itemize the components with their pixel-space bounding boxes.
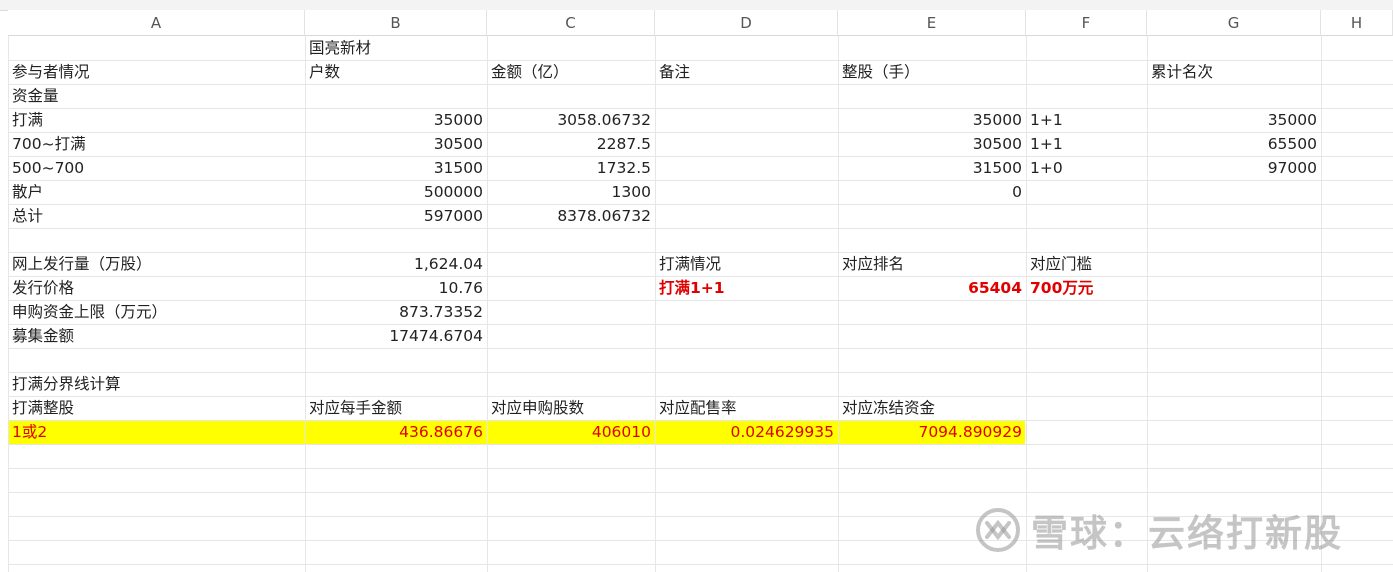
cell-b2[interactable]: 户数 [305,60,487,84]
cell-a17[interactable]: 1或2 [8,420,305,444]
cell-b8[interactable]: 597000 [305,204,487,228]
column-header-h[interactable]: H [1321,10,1393,36]
cell-g2[interactable]: 累计名次 [1147,60,1321,84]
cell-d11[interactable]: 打满1+1 [655,276,838,300]
cell-d16[interactable]: 对应配售率 [655,396,838,420]
column-header-c[interactable]: C [487,10,655,36]
column-header-e[interactable]: E [838,10,1026,36]
gridline [8,444,1393,445]
column-header-d[interactable]: D [655,10,838,36]
cell-b1[interactable]: 国亮新材 [305,36,487,60]
cell-a13[interactable]: 募集金额 [8,324,305,348]
cell-f4[interactable]: 1+1 [1026,108,1147,132]
column-header-g[interactable]: G [1147,10,1321,36]
column-header-a[interactable]: A [8,10,305,36]
cell-d10[interactable]: 打满情况 [655,252,838,276]
cell-e7[interactable]: 0 [838,180,1026,204]
cell-b13[interactable]: 17474.6704 [305,324,487,348]
gridline [8,564,1393,565]
cell-c4[interactable]: 3058.06732 [487,108,655,132]
snowball-logo-icon [976,508,1020,552]
cell-e4[interactable]: 35000 [838,108,1026,132]
cell-a15[interactable]: 打满分界线计算 [8,372,305,396]
gridline [8,492,1393,493]
cell-a5[interactable]: 700~打满 [8,132,305,156]
cell-c6[interactable]: 1732.5 [487,156,655,180]
cell-f11[interactable]: 700万元 [1026,276,1147,300]
cell-d2[interactable]: 备注 [655,60,838,84]
cell-c8[interactable]: 8378.06732 [487,204,655,228]
cell-b10[interactable]: 1,624.04 [305,252,487,276]
cell-b4[interactable]: 35000 [305,108,487,132]
cell-f5[interactable]: 1+1 [1026,132,1147,156]
cell-g6[interactable]: 97000 [1147,156,1321,180]
cell-e16[interactable]: 对应冻结资金 [838,396,1026,420]
cell-e6[interactable]: 31500 [838,156,1026,180]
cell-b7[interactable]: 500000 [305,180,487,204]
cell-g5[interactable]: 65500 [1147,132,1321,156]
cell-a4[interactable]: 打满 [8,108,305,132]
gridline [8,348,1393,349]
cell-a11[interactable]: 发行价格 [8,276,305,300]
cell-e2[interactable]: 整股（手） [838,60,1026,84]
cell-b17[interactable]: 436.86676 [305,420,487,444]
cell-a10[interactable]: 网上发行量（万股） [8,252,305,276]
cell-f6[interactable]: 1+0 [1026,156,1147,180]
cell-d17[interactable]: 0.024629935 [655,420,838,444]
cell-c16[interactable]: 对应申购股数 [487,396,655,420]
cell-a8[interactable]: 总计 [8,204,305,228]
cell-a12[interactable]: 申购资金上限（万元） [8,300,305,324]
cell-a6[interactable]: 500~700 [8,156,305,180]
gridline [8,228,1393,229]
cell-a2[interactable]: 参与者情况 [8,60,305,84]
column-header-f[interactable]: F [1026,10,1147,36]
cell-b12[interactable]: 873.73352 [305,300,487,324]
spreadsheet: A B C D E F G H 国亮新材 参与者情况 户数 金额（亿） 备注 整… [0,0,1393,572]
cell-g4[interactable]: 35000 [1147,108,1321,132]
cell-e10[interactable]: 对应排名 [838,252,1026,276]
cell-f10[interactable]: 对应门槛 [1026,252,1147,276]
cell-e11[interactable]: 65404 [838,276,1026,300]
gridline [8,468,1393,469]
column-header-b[interactable]: B [305,10,487,36]
cell-e17[interactable]: 7094.890929 [838,420,1026,444]
cell-c7[interactable]: 1300 [487,180,655,204]
watermark: 雪球：云络打新股 [975,505,1343,555]
cell-c17[interactable]: 406010 [487,420,655,444]
cell-a16[interactable]: 打满整股 [8,396,305,420]
cell-c2[interactable]: 金额（亿） [487,60,655,84]
cell-b11[interactable]: 10.76 [305,276,487,300]
cell-e5[interactable]: 30500 [838,132,1026,156]
cell-b6[interactable]: 31500 [305,156,487,180]
cell-a3[interactable]: 资金量 [8,84,305,108]
watermark-text: 雪球：云络打新股 [1031,512,1343,555]
cell-b5[interactable]: 30500 [305,132,487,156]
cell-b16[interactable]: 对应每手金额 [305,396,487,420]
cell-c5[interactable]: 2287.5 [487,132,655,156]
cell-a7[interactable]: 散户 [8,180,305,204]
